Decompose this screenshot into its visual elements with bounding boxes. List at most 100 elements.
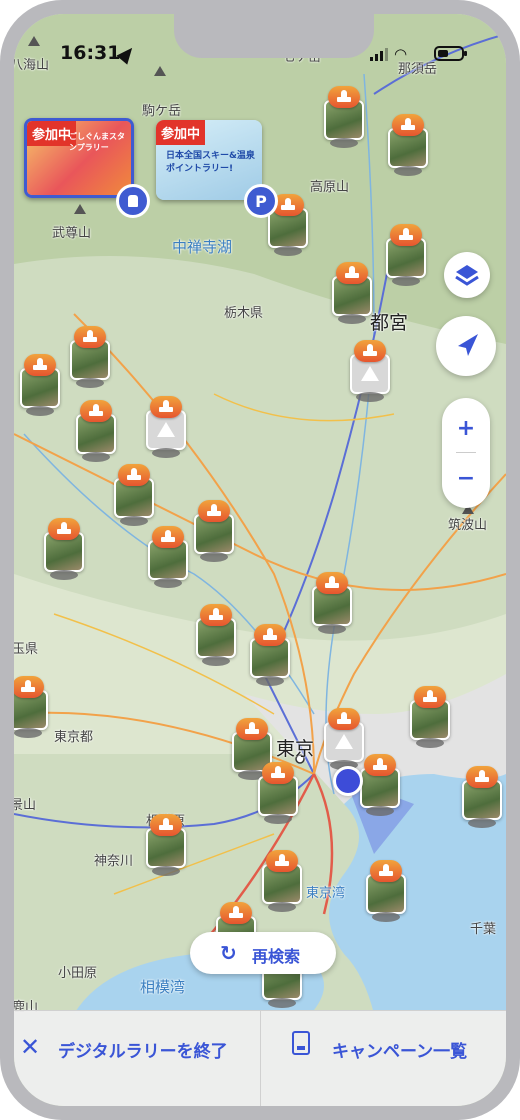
campaign-list-label: キャンペーン一覧: [332, 1042, 468, 1062]
stamp-icon: [200, 604, 232, 626]
stamp-pin[interactable]: [146, 814, 186, 876]
joined-badge: 参加中: [156, 120, 206, 145]
map-label: 千葉: [470, 922, 497, 937]
stamp-icon: [150, 396, 182, 418]
stamp-icon: [24, 354, 56, 376]
locate-button[interactable]: [436, 316, 496, 376]
stamp-pin[interactable]: [196, 604, 236, 666]
stamp-icon: [118, 464, 150, 486]
current-location-dot: [333, 766, 363, 796]
map-label: 東京都: [54, 730, 94, 745]
stamp-icon: [328, 86, 360, 108]
stamp-icon: [198, 500, 230, 522]
app-screen: 八海山 七ケ岳 那須岳 駒ケ岳 高原山 武尊山 中禅寺湖 栃木県 都宮 筑波山 …: [14, 14, 506, 1106]
research-button[interactable]: ↻ 再検索: [190, 932, 336, 974]
map-label: 中禅寺湖: [172, 238, 233, 256]
map-label: 筑波山: [448, 518, 488, 533]
stamp-pin[interactable]: [386, 224, 426, 286]
wifi-icon: ◠: [394, 45, 408, 63]
stamp-pin[interactable]: [324, 708, 364, 770]
stamp-pin[interactable]: [258, 762, 298, 824]
stamp-pin[interactable]: [366, 860, 406, 922]
stamp-pin[interactable]: [388, 114, 428, 176]
stamp-pin[interactable]: [332, 262, 372, 324]
map-label: 高原山: [310, 180, 350, 195]
end-rally-button[interactable]: ✕ デジタルラリーを終了: [14, 1011, 260, 1081]
map-label: 玉県: [14, 642, 39, 657]
stamp-icon: [364, 754, 396, 776]
parking-icon[interactable]: P: [244, 184, 278, 218]
stamp-icon: [262, 762, 294, 784]
map-label: 相模湾: [140, 978, 186, 996]
campaign-card[interactable]: 参加中 ごしぐんまスタンプラリー: [24, 118, 134, 198]
zoom-out-button[interactable]: −: [442, 466, 490, 491]
stamp-icon: [48, 518, 80, 540]
stamp-icon: [466, 766, 498, 788]
stamp-pin[interactable]: [114, 464, 154, 526]
stamp-icon: [150, 814, 182, 836]
stamp-pin[interactable]: [312, 572, 352, 634]
stamp-pin[interactable]: [410, 686, 450, 748]
stamp-icon: [336, 262, 368, 284]
campaign-title: ごしぐんまスタンプラリー: [69, 132, 125, 152]
map-view[interactable]: 八海山 七ケ岳 那須岳 駒ケ岳 高原山 武尊山 中禅寺湖 栃木県 都宮 筑波山 …: [14, 14, 506, 1106]
stamp-icon: [414, 686, 446, 708]
navigation-arrow-icon: [458, 334, 478, 356]
refresh-icon: ↻: [220, 941, 237, 965]
stamp-pin[interactable]: [146, 396, 186, 458]
stamp-pin[interactable]: [44, 518, 84, 580]
end-rally-label: デジタルラリーを終了: [58, 1042, 228, 1062]
campaign-card[interactable]: 参加中 日本全国スキー&温泉ポイントラリー!: [156, 120, 262, 200]
layers-icon: [455, 265, 479, 286]
stamp-icon: [392, 114, 424, 136]
map-label: 東京: [276, 738, 315, 760]
stamp-icon: [220, 902, 252, 924]
layers-button[interactable]: [444, 252, 490, 298]
stamp-pin[interactable]: [14, 676, 48, 738]
map-label: 都宮: [370, 312, 409, 334]
cellular-signal-icon: [370, 48, 388, 61]
stamp-icon: [152, 526, 184, 548]
stamp-pin[interactable]: [194, 500, 234, 562]
stamp-book-icon: [292, 1031, 310, 1055]
stamp-campaign-icon[interactable]: [116, 184, 150, 218]
stamp-icon: [254, 624, 286, 646]
battery-icon: [434, 46, 467, 61]
map-label: 神奈川: [94, 854, 134, 869]
stamp-pin[interactable]: [462, 766, 502, 828]
status-bar: 16:31 ◠: [14, 40, 506, 70]
map-label: 武尊山: [52, 226, 92, 241]
stamp-icon: [354, 340, 386, 362]
stamp-icon: [14, 676, 44, 698]
stamp-pin[interactable]: [262, 850, 302, 912]
stamp-pin[interactable]: [148, 526, 188, 588]
stamp-icon: [74, 326, 106, 348]
stamp-icon: [236, 718, 268, 740]
map-label: 栃木県: [224, 306, 264, 321]
map-label: 駒ケ岳: [142, 104, 182, 119]
stamp-icon: [316, 572, 348, 594]
campaign-list-button[interactable]: キャンペーン一覧: [260, 1011, 506, 1081]
zoom-divider: [456, 452, 476, 453]
stamp-icon: [80, 400, 112, 422]
stamp-icon: [370, 860, 402, 882]
close-icon: ✕: [20, 1033, 41, 1061]
bottom-action-bar: ✕ デジタルラリーを終了 キャンペーン一覧: [14, 1010, 506, 1106]
map-label: 小田原: [58, 966, 98, 981]
stamp-pin[interactable]: [76, 400, 116, 462]
map-label: 東京湾: [306, 886, 346, 901]
stamp-pin[interactable]: [350, 340, 390, 402]
status-time: 16:31: [60, 42, 121, 64]
stamp-pin[interactable]: [324, 86, 364, 148]
zoom-control: + −: [442, 398, 490, 508]
zoom-in-button[interactable]: +: [442, 416, 490, 441]
stamp-icon: [328, 708, 360, 730]
campaign-title: 日本全国スキー&温泉ポイントラリー!: [166, 151, 255, 174]
phone-frame: 八海山 七ケ岳 那須岳 駒ケ岳 高原山 武尊山 中禅寺湖 栃木県 都宮 筑波山 …: [0, 0, 520, 1120]
research-label: 再検索: [252, 947, 301, 966]
stamp-pin[interactable]: [360, 754, 400, 816]
stamp-pin[interactable]: [20, 354, 60, 416]
stamp-pin[interactable]: [70, 326, 110, 388]
stamp-icon: [266, 850, 298, 872]
stamp-pin[interactable]: [250, 624, 290, 686]
